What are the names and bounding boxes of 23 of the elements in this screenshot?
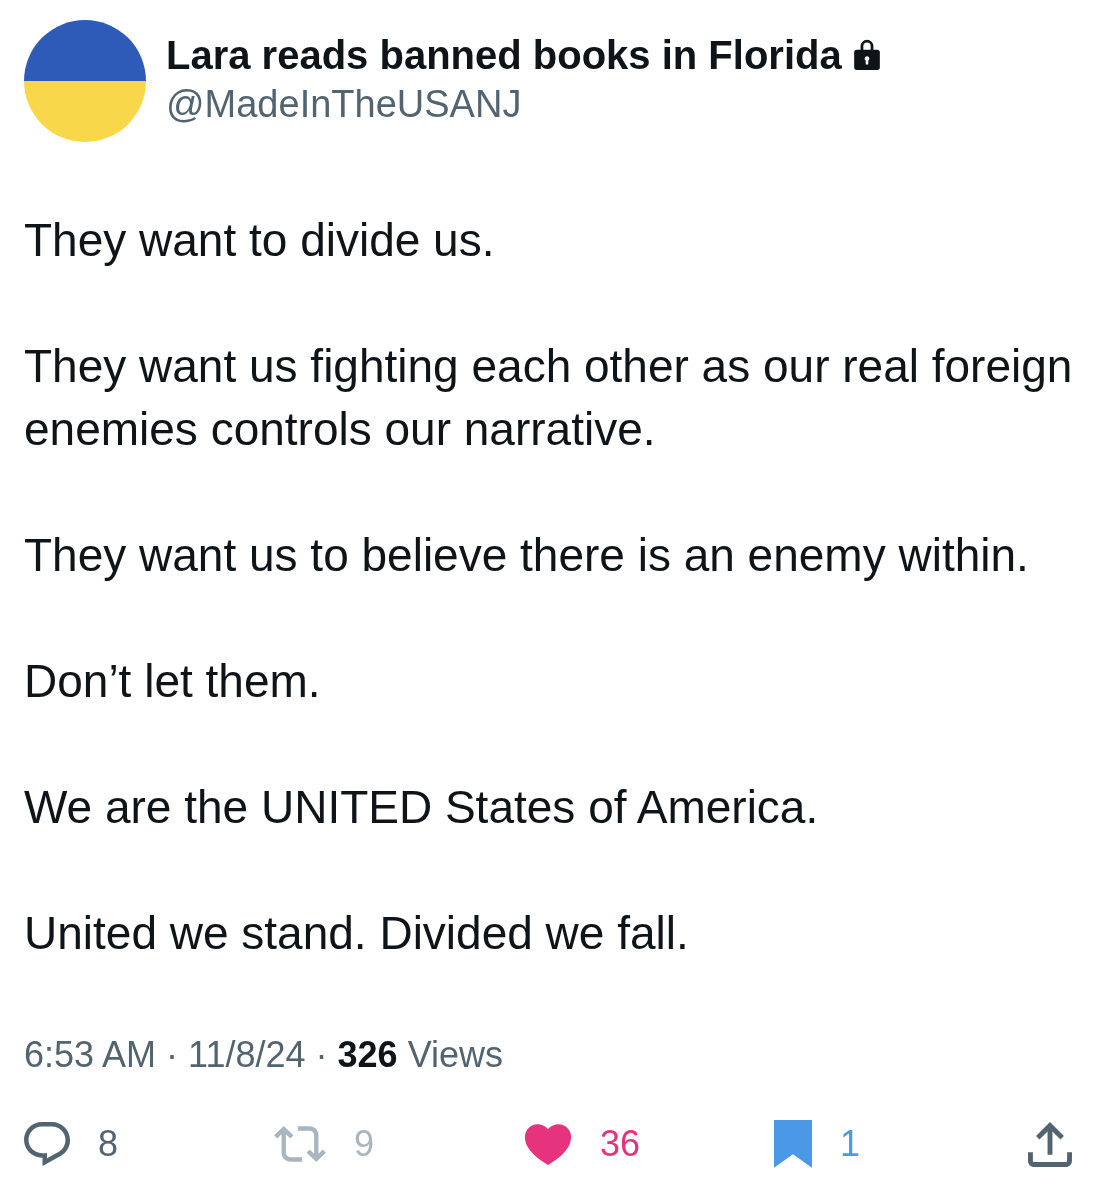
speech-bubble-icon	[24, 1122, 70, 1166]
views-label: Views	[407, 1033, 503, 1077]
bookmark-icon	[774, 1120, 812, 1168]
user-handle[interactable]: @MadeInTheUSANJ	[166, 79, 522, 129]
post-paragraph: They want to divide us.	[24, 213, 496, 268]
like-button[interactable]: 36	[524, 1119, 641, 1169]
display-name[interactable]: Lara reads banned books in Florida	[166, 31, 842, 79]
post-paragraph: We are the UNITED States of America.	[24, 780, 820, 835]
repost-arrows-icon	[274, 1126, 326, 1162]
post-date[interactable]: 11/8/24	[188, 1033, 306, 1077]
separator-dot: ·	[166, 1033, 179, 1077]
share-button[interactable]	[1028, 1121, 1072, 1167]
reply-button[interactable]: 8	[24, 1119, 119, 1169]
post-time[interactable]: 6:53 AM	[24, 1033, 157, 1077]
view-count: 326	[337, 1033, 398, 1077]
avatar-icon[interactable]	[24, 20, 146, 142]
post-paragraph: United we stand. Divided we fall.	[24, 906, 690, 961]
heart-icon	[524, 1123, 572, 1165]
post-paragraph: They want us to believe there is an enemy within.	[24, 528, 1030, 583]
post-paragraph: Don’t let them.	[24, 654, 322, 709]
share-icon	[1028, 1121, 1072, 1167]
post-paragraph: They want us fighting each other as our real foreign enemies controls our narrative.	[24, 339, 1074, 457]
separator-dot: ·	[315, 1033, 328, 1077]
